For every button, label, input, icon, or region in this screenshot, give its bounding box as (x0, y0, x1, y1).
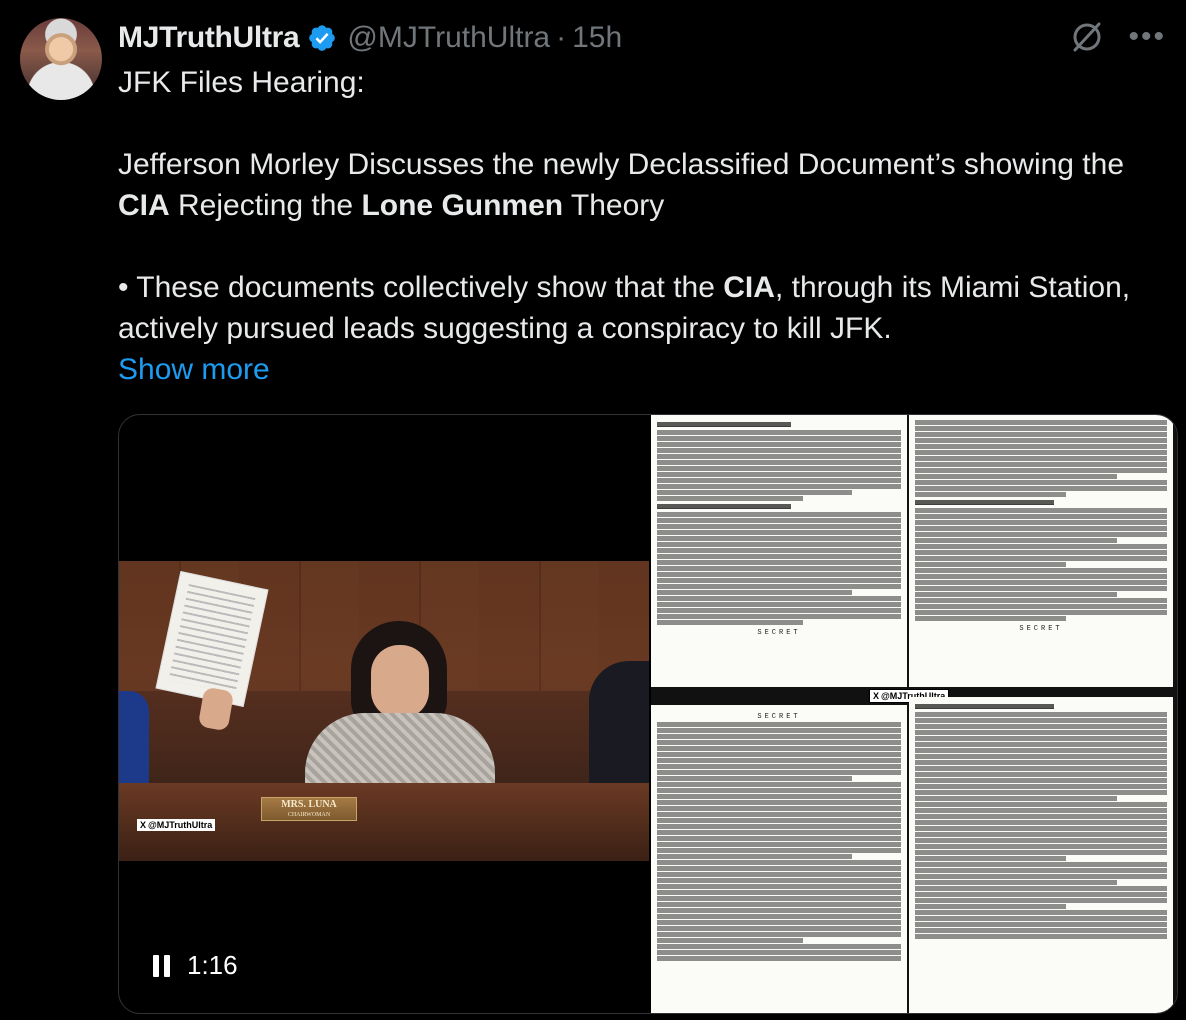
nameplate-title: CHAIRWOMAN (287, 812, 331, 818)
timestamp[interactable]: 15h (572, 21, 622, 55)
secret-stamp: SECRET (757, 629, 801, 637)
tweet-paragraph-2: Jefferson Morley Discusses the newly Dec… (118, 148, 1125, 222)
nameplate: MRS. LUNA CHAIRWOMAN (261, 797, 357, 821)
secret-stamp: SECRET (1019, 625, 1063, 633)
display-name[interactable]: MJTruthUltra (118, 21, 300, 55)
nameplate-name: MRS. LUNA (281, 799, 337, 810)
show-more-link[interactable]: Show more (118, 349, 1158, 390)
tweet-header: MJTruthUltra @MJTruthUltra · 15h ••• (118, 16, 1166, 60)
speaker-hand (197, 686, 235, 732)
video-controls: 1:16 (153, 950, 238, 981)
handle[interactable]: @MJTruthUltra (347, 21, 550, 55)
document-page-2: SECRET (909, 415, 1173, 687)
more-icon[interactable]: ••• (1128, 22, 1166, 52)
pause-icon[interactable] (153, 954, 171, 977)
separator-dot: · (556, 21, 567, 54)
watermark-video: X @MJTruthUltra (137, 819, 216, 831)
video-time: 1:16 (187, 950, 238, 980)
avatar[interactable] (20, 18, 102, 100)
tweet-text: JFK Files Hearing: Jefferson Morley Disc… (118, 62, 1158, 390)
document-page-1: SECRET (651, 415, 907, 687)
header-actions: ••• (1070, 20, 1166, 54)
tweet-paragraph-3: • These documents collectively show that… (118, 271, 1131, 345)
x-logo-icon: X (873, 691, 880, 701)
video-player[interactable]: MRS. LUNA CHAIRWOMAN X @MJTruthUltra SEC… (118, 414, 1178, 1014)
verified-badge-icon[interactable] (307, 23, 337, 53)
x-logo-icon: X (140, 820, 147, 830)
document-collage: SECRET SECRET X @MJTruthUltra SECRET (651, 415, 1177, 1013)
speaker-face (371, 645, 429, 719)
secret-stamp: SECRET (757, 713, 801, 721)
grok-icon[interactable] (1070, 20, 1104, 54)
document-page-4 (909, 697, 1173, 1013)
document-page-3: SECRET (651, 705, 907, 1013)
tweet-line-title: JFK Files Hearing: (118, 66, 365, 99)
video-frame-hearing: MRS. LUNA CHAIRWOMAN X @MJTruthUltra (119, 561, 649, 861)
